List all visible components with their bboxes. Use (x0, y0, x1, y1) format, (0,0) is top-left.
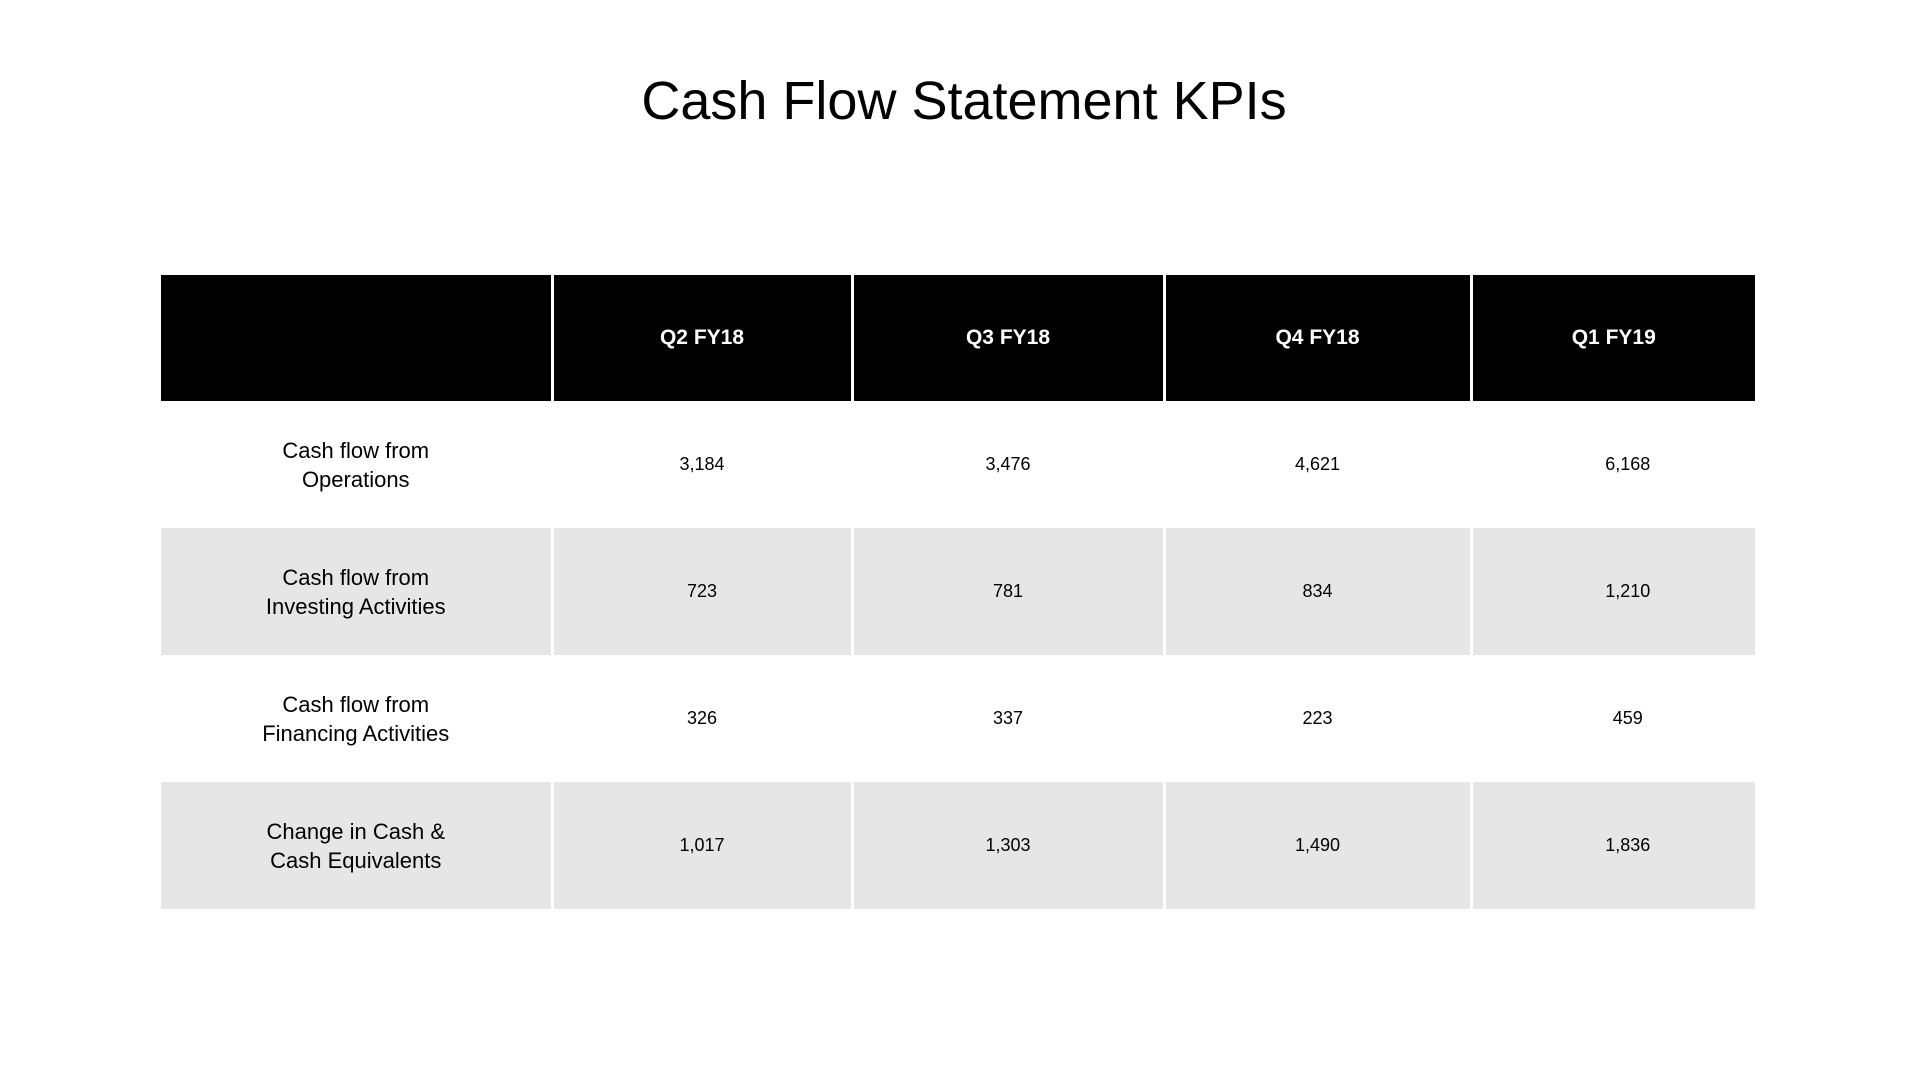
row-label: Cash flow from Investing Activities (161, 528, 552, 655)
value-cell: 1,490 (1162, 782, 1471, 909)
row-label-line2: Investing Activities (265, 593, 446, 619)
row-label-line1: Cash flow from (282, 691, 430, 717)
column-header-q2-fy18: Q2 FY18 (550, 275, 852, 401)
table-row-financing: Cash flow from Financing Activities 326 … (161, 655, 1755, 782)
value-cell: 1,836 (1469, 782, 1755, 909)
row-label-line2: Cash Equivalents (270, 847, 442, 873)
row-label-line1: Cash flow from (282, 564, 430, 590)
row-label: Cash flow from Financing Activities (161, 655, 552, 782)
value-cell: 1,210 (1469, 528, 1755, 655)
row-label-line1: Cash flow from (282, 437, 430, 463)
value-cell: 326 (550, 655, 852, 782)
table-header-row: Q2 FY18 Q3 FY18 Q4 FY18 Q1 FY19 (161, 275, 1755, 401)
corner-header-cell (161, 275, 552, 401)
column-header-q4-fy18: Q4 FY18 (1162, 275, 1471, 401)
value-cell: 1,017 (550, 782, 852, 909)
value-cell: 6,168 (1469, 401, 1755, 528)
value-cell: 459 (1469, 655, 1755, 782)
page-title: Cash Flow Statement KPIs (641, 71, 1287, 131)
value-cell: 723 (550, 528, 852, 655)
column-header-q1-fy19: Q1 FY19 (1469, 275, 1755, 401)
value-cell: 223 (1162, 655, 1471, 782)
value-cell: 834 (1162, 528, 1471, 655)
value-cell: 1,303 (850, 782, 1164, 909)
table-row-change-in-cash: Change in Cash & Cash Equivalents 1,017 … (161, 782, 1755, 909)
value-cell: 781 (850, 528, 1164, 655)
row-label: Cash flow from Operations (161, 401, 552, 528)
cash-flow-kpi-table: Q2 FY18 Q3 FY18 Q4 FY18 Q1 FY19 Cash flo… (161, 275, 1755, 909)
row-label-line2: Financing Activities (262, 720, 450, 746)
value-cell: 3,184 (550, 401, 852, 528)
row-label: Change in Cash & Cash Equivalents (161, 782, 552, 909)
table-row-operations: Cash flow from Operations 3,184 3,476 4,… (161, 401, 1755, 528)
column-header-q3-fy18: Q3 FY18 (850, 275, 1164, 401)
table-row-investing: Cash flow from Investing Activities 723 … (161, 528, 1755, 655)
value-cell: 337 (850, 655, 1164, 782)
row-label-line1: Change in Cash & (266, 818, 446, 844)
value-cell: 4,621 (1162, 401, 1471, 528)
value-cell: 3,476 (850, 401, 1164, 528)
row-label-line2: Operations (301, 466, 410, 492)
